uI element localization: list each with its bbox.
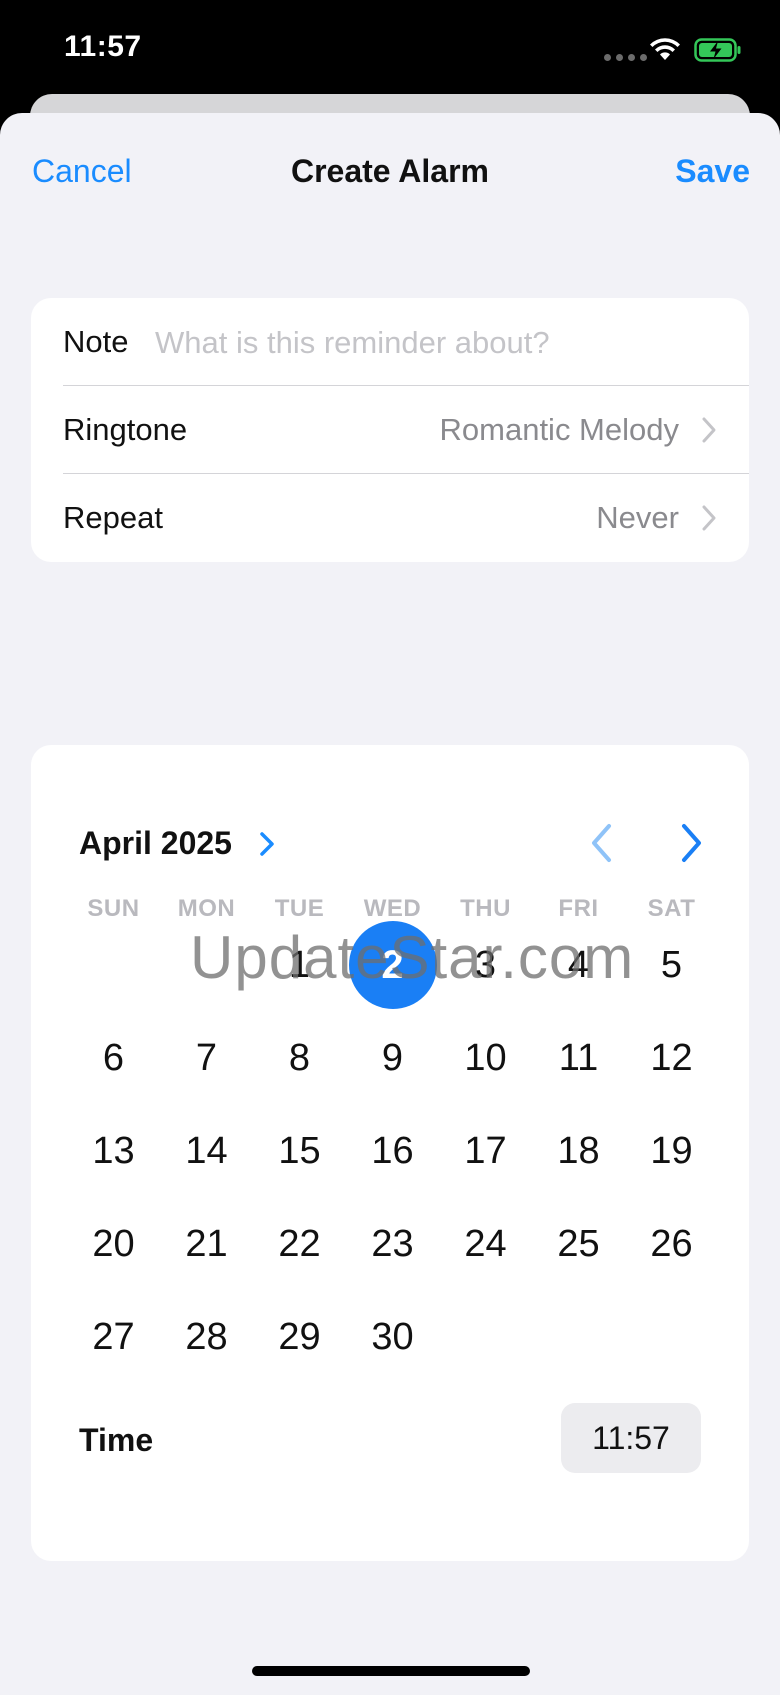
save-button[interactable]: Save (675, 153, 750, 190)
home-indicator (252, 1666, 530, 1676)
calendar-day[interactable]: 26 (625, 1198, 718, 1291)
day-number: 1 (288, 944, 311, 986)
day-number: 15 (278, 1130, 321, 1172)
calendar-day[interactable]: 22 (253, 1198, 346, 1291)
day-number: 8 (288, 1037, 311, 1079)
calendar-day[interactable]: 11 (532, 1012, 625, 1105)
weekday-label: SUN (87, 895, 140, 922)
calendar-day[interactable]: 7 (160, 1012, 253, 1105)
chevron-right-icon[interactable] (258, 829, 276, 859)
calendar-day[interactable]: 3 (439, 919, 532, 1012)
note-label: Note (63, 324, 129, 359)
chevron-right-icon (702, 417, 716, 443)
day-number: 2 (381, 943, 404, 987)
day-number: 12 (650, 1037, 693, 1079)
calendar-day[interactable]: 9 (346, 1012, 439, 1105)
calendar-day[interactable]: 1 (253, 919, 346, 1012)
create-alarm-sheet: Cancel Create Alarm Save Note Ringtone R… (0, 113, 780, 1695)
time-label: Time (79, 1422, 154, 1458)
day-number: 27 (92, 1316, 135, 1358)
day-number: 4 (567, 944, 590, 986)
calendar-day[interactable]: 8 (253, 1012, 346, 1105)
day-number: 11 (558, 1037, 599, 1079)
day-number: 25 (557, 1223, 600, 1265)
calendar-day[interactable]: 6 (67, 1012, 160, 1105)
alarm-settings-group: Note Ringtone Romantic Melody Repeat Nev… (31, 298, 749, 562)
page-title: Create Alarm (290, 153, 489, 189)
calendar-day[interactable]: 16 (346, 1105, 439, 1198)
calendar-day[interactable]: 28 (160, 1291, 253, 1384)
calendar-day[interactable]: 23 (346, 1198, 439, 1291)
day-number: 9 (381, 1037, 404, 1079)
weekday-label: MON (177, 895, 236, 922)
calendar-day[interactable]: 17 (439, 1105, 532, 1198)
ringtone-value: Romantic Melody (439, 412, 679, 447)
next-month-button[interactable] (671, 821, 711, 865)
month-year-label[interactable]: April 2025 (79, 825, 232, 862)
calendar-card: April 2025 SUN MON TUE WED THU FRI SAT 1234567… (31, 745, 749, 1561)
calendar-day[interactable]: 12 (625, 1012, 718, 1105)
day-number: 18 (557, 1130, 600, 1172)
repeat-label: Repeat (63, 500, 163, 535)
calendar-day[interactable]: 5 (625, 919, 718, 1012)
calendar-day[interactable]: 27 (67, 1291, 160, 1384)
repeat-value: Never (596, 500, 679, 535)
day-number: 20 (92, 1223, 135, 1265)
day-number: 17 (464, 1130, 507, 1172)
calendar-day[interactable]: 30 (346, 1291, 439, 1384)
note-input[interactable] (153, 320, 717, 366)
calendar-day[interactable]: 13 (67, 1105, 160, 1198)
repeat-row[interactable]: Repeat Never (31, 474, 749, 562)
day-number: 19 (650, 1130, 693, 1172)
day-number: 16 (371, 1130, 414, 1172)
ringtone-row[interactable]: Ringtone Romantic Melody (31, 386, 749, 474)
day-number: 26 (650, 1223, 693, 1265)
day-number: 5 (660, 944, 683, 986)
day-number: 13 (92, 1130, 135, 1172)
calendar-day[interactable]: 10 (439, 1012, 532, 1105)
status-time: 11:57 (64, 30, 142, 63)
calendar-day[interactable]: 21 (160, 1198, 253, 1291)
day-number: 28 (185, 1316, 228, 1358)
battery-charging-icon (694, 38, 741, 62)
chevron-right-icon (702, 505, 716, 531)
calendar-day[interactable]: 29 (253, 1291, 346, 1384)
day-number: 24 (464, 1223, 507, 1265)
note-row: Note (31, 298, 749, 386)
wifi-icon (650, 38, 680, 60)
calendar-day[interactable]: 4 (532, 919, 625, 1012)
day-number: 3 (474, 944, 497, 986)
calendar-day[interactable]: 24 (439, 1198, 532, 1291)
calendar-day[interactable]: 2 (346, 919, 439, 1012)
cellular-signal-icon (604, 54, 647, 61)
time-picker-button[interactable]: 11:57 (561, 1403, 701, 1473)
previous-month-button[interactable] (582, 821, 622, 865)
day-number: 23 (371, 1223, 414, 1265)
day-number: 7 (195, 1037, 218, 1079)
day-number: 14 (185, 1130, 228, 1172)
calendar-day[interactable]: 18 (532, 1105, 625, 1198)
day-number: 29 (278, 1316, 321, 1358)
day-number: 22 (278, 1223, 321, 1265)
day-number: 30 (371, 1316, 414, 1358)
calendar-day[interactable]: 25 (532, 1198, 625, 1291)
day-number: 21 (185, 1223, 228, 1265)
calendar-day[interactable]: 20 (67, 1198, 160, 1291)
calendar-day[interactable]: 15 (253, 1105, 346, 1198)
ringtone-label: Ringtone (63, 412, 188, 447)
calendar-day[interactable]: 14 (160, 1105, 253, 1198)
day-number: 10 (464, 1037, 507, 1079)
calendar-day[interactable]: 19 (625, 1105, 718, 1198)
day-number: 6 (102, 1037, 125, 1079)
